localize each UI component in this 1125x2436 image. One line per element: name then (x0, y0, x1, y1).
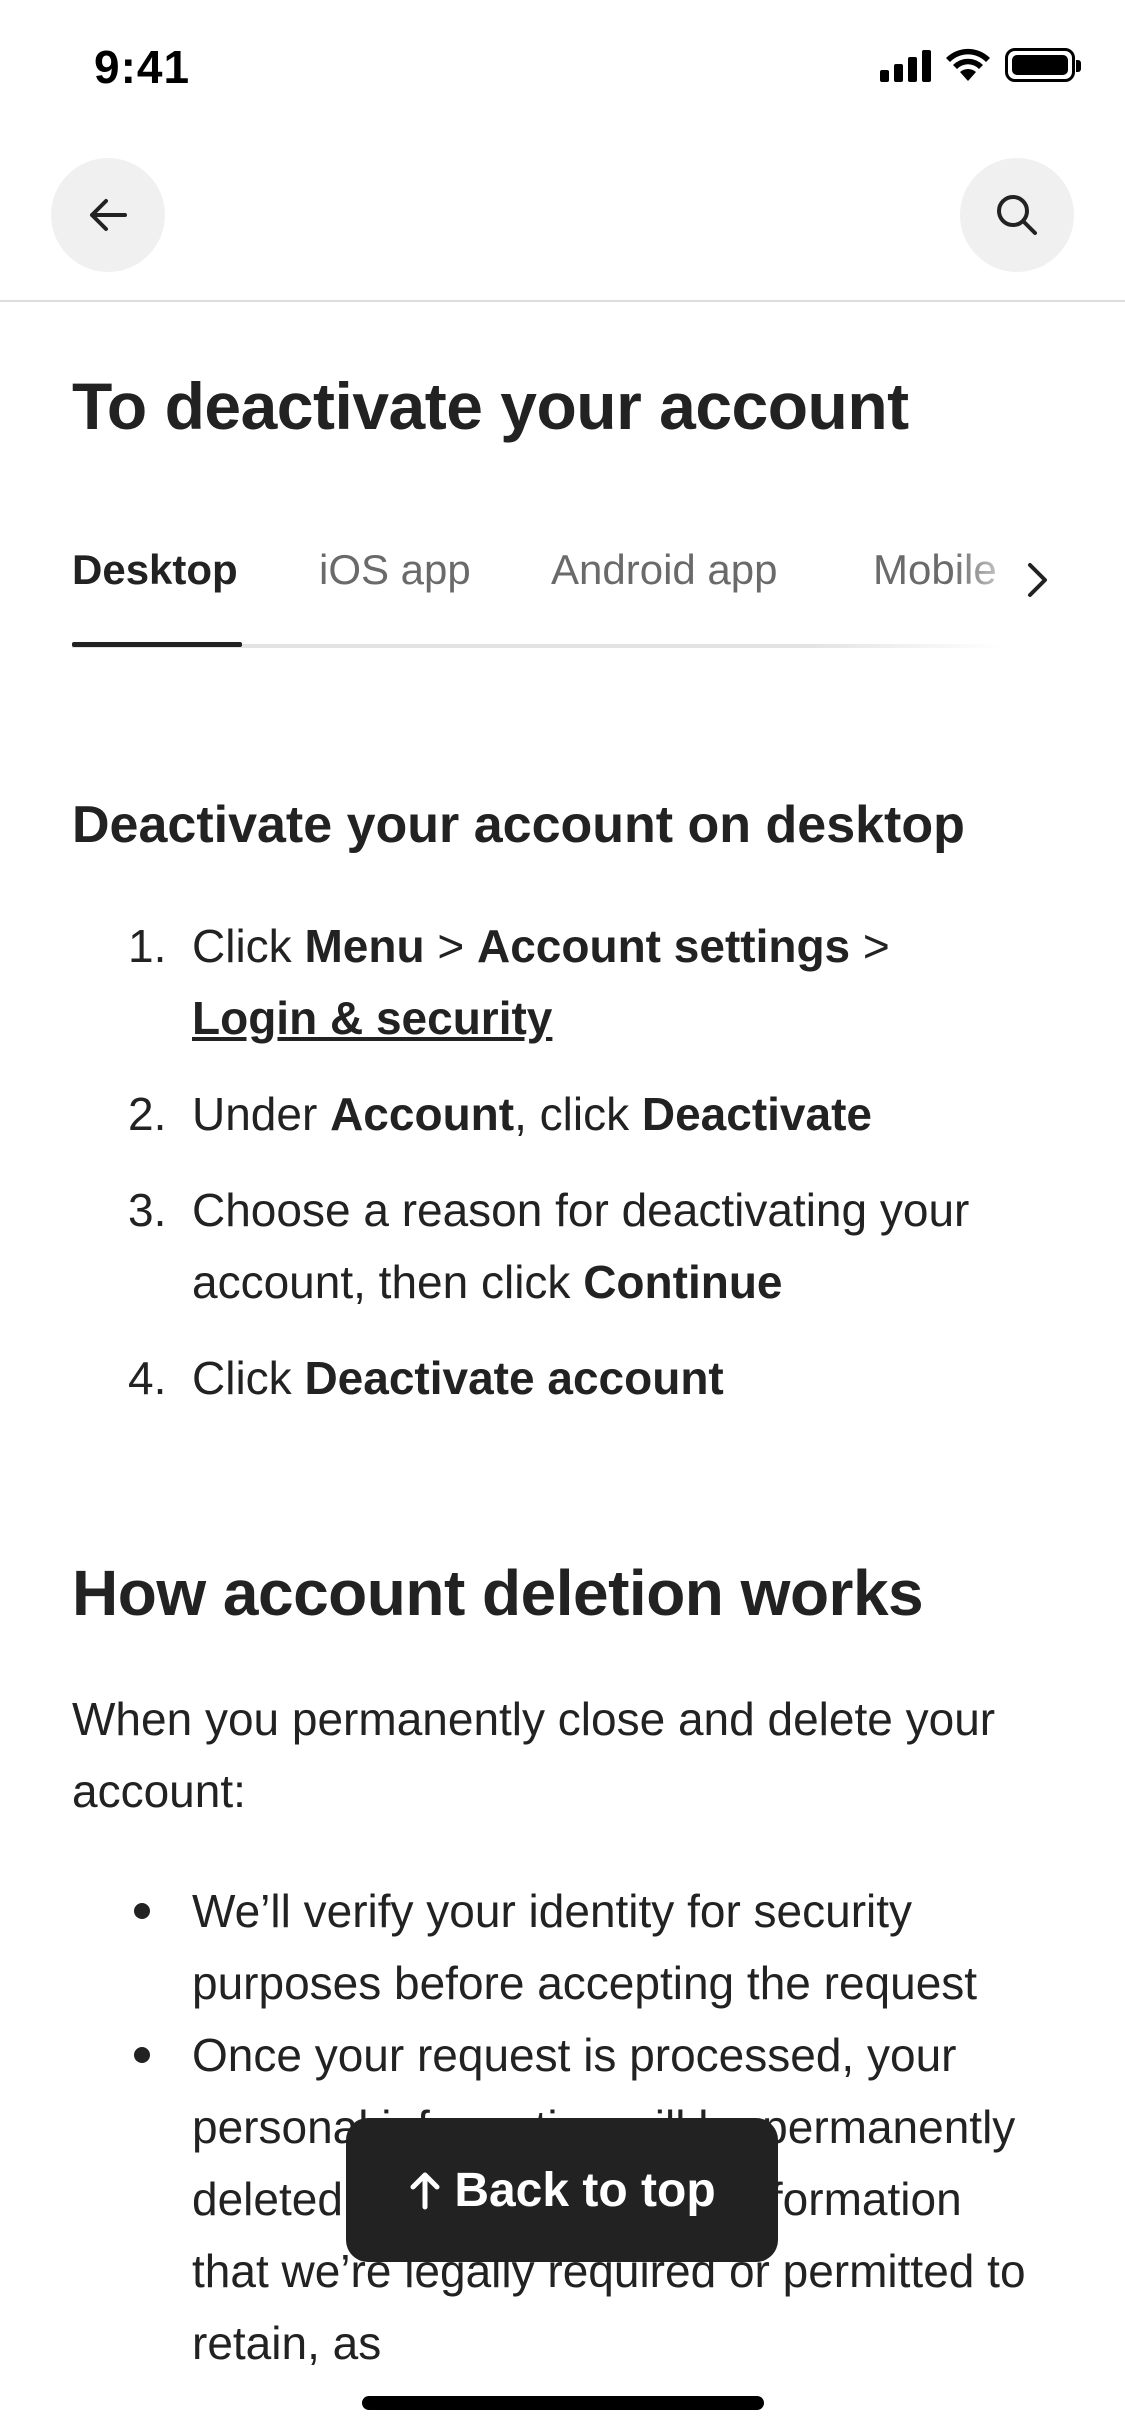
battery-icon (1005, 48, 1081, 82)
back-button[interactable] (51, 158, 165, 272)
list-item: 1. Click Menu > Account settings > Login… (120, 910, 1060, 1054)
cellular-signal-icon (880, 48, 931, 82)
step-text: Choose a reason for deactivating your ac… (192, 1184, 970, 1308)
step-text: , click (514, 1088, 642, 1140)
step-text: Click (192, 920, 305, 972)
bullet-text: We’ll verify your identity for security … (192, 1885, 978, 2009)
wifi-icon (946, 48, 990, 81)
step-emphasis: Continue (583, 1256, 783, 1308)
nav-bar (0, 140, 1125, 302)
active-tab-indicator (72, 642, 242, 647)
chevron-right-icon (1028, 563, 1047, 597)
arrow-left-icon (90, 199, 127, 231)
search-icon (997, 195, 1037, 235)
deletion-intro-text: When you permanently close and delete yo… (72, 1693, 996, 1817)
list-item: 2. Under Account, click Deactivate (120, 1078, 1060, 1150)
step-emphasis: Deactivate account (304, 1352, 724, 1404)
status-bar: 9:41 (0, 0, 1125, 140)
list-item: We’ll verify your identity for security … (120, 1875, 1040, 2019)
step-emphasis: Account settings (477, 920, 851, 972)
list-item: 3. Choose a reason for deactivating your… (120, 1174, 1060, 1318)
step-number: 3. (128, 1184, 167, 1236)
step-emphasis: Menu (304, 920, 425, 972)
search-button[interactable] (960, 158, 1074, 272)
platform-tabs: Desktop iOS app Android app Mobile (72, 520, 1072, 648)
page-title: To deactivate your account (72, 369, 909, 443)
deletion-section-heading: How account deletion works (72, 1557, 924, 1629)
step-text: > (424, 920, 477, 972)
step-text: > (850, 920, 890, 972)
tab-ios-app[interactable]: iOS app (319, 546, 471, 594)
status-time: 9:41 (94, 41, 191, 93)
bullet-dot (134, 1903, 150, 1919)
login-security-link[interactable]: Login & security (192, 992, 552, 1044)
desktop-steps-list: 1. Click Menu > Account settings > Login… (120, 910, 1060, 1438)
tab-desktop[interactable]: Desktop (72, 546, 238, 594)
status-icons (880, 48, 1081, 82)
desktop-section-heading: Deactivate your account on desktop (72, 796, 965, 854)
step-emphasis: Deactivate (641, 1088, 872, 1140)
home-indicator[interactable] (362, 2396, 764, 2410)
tab-android-app[interactable]: Android app (551, 546, 778, 594)
list-item: 4. Click Deactivate account (120, 1342, 1060, 1414)
bullet-dot (134, 2047, 150, 2063)
step-number: 4. (128, 1352, 167, 1404)
arrow-up-icon (410, 2172, 440, 2210)
step-text: Under (192, 1088, 331, 1140)
tabs-scroll-right-button[interactable] (1007, 550, 1067, 610)
step-number: 1. (128, 920, 167, 972)
step-text: Click (192, 1352, 305, 1404)
back-to-top-label: Back to top (454, 2163, 716, 2217)
step-emphasis: Account (330, 1088, 515, 1140)
step-number: 2. (128, 1088, 167, 1140)
back-to-top-button[interactable]: Back to top (346, 2118, 778, 2262)
